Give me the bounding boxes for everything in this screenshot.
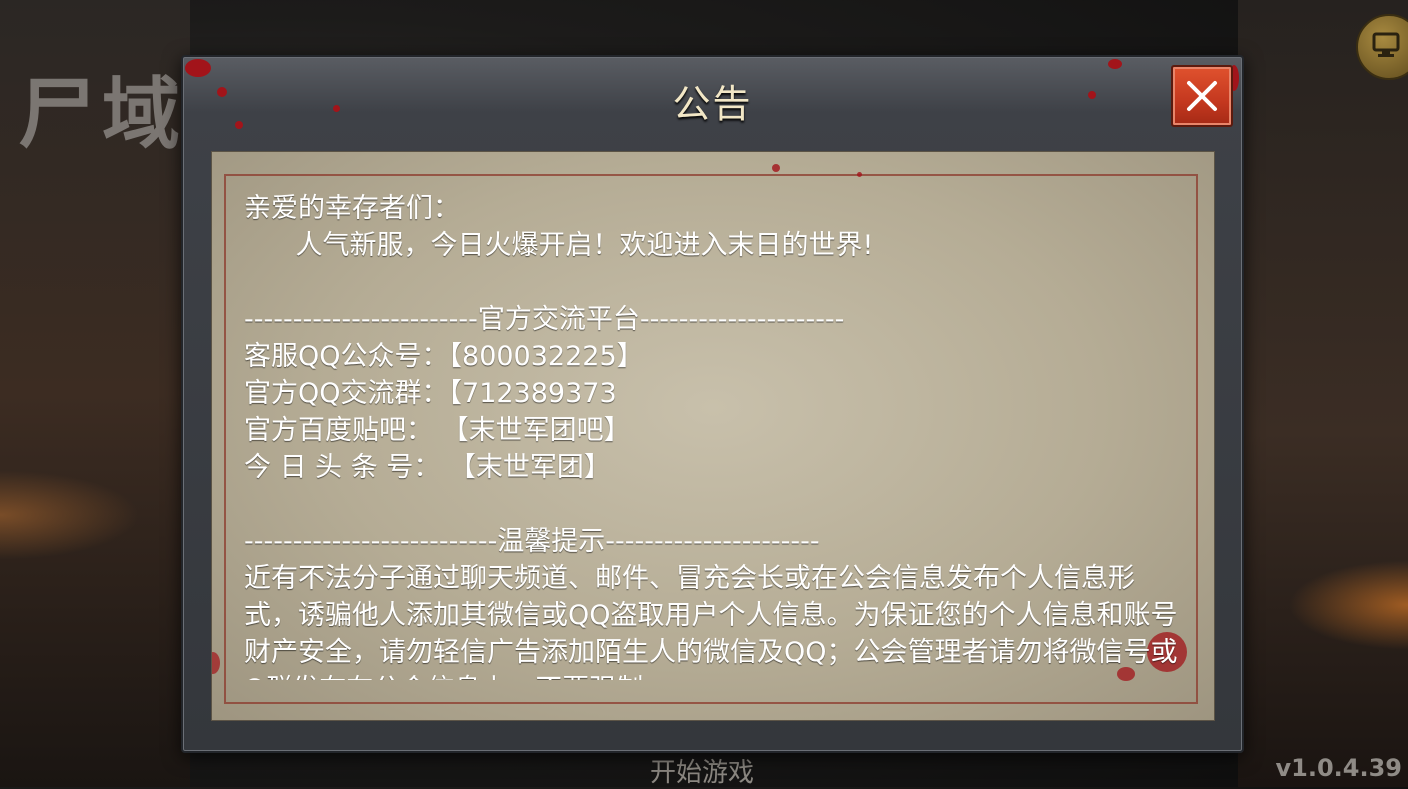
contact-value: 【712389373 [448,378,617,409]
tip-text: 近有不法分子通过聊天频道、邮件、冒充会长或在公会信息发布个人信息形式，诱骗他人添… [244,563,1178,680]
contact-label: 客服QQ公众号： [244,341,449,372]
blood-splatter [212,652,220,674]
monitor-icon [1372,32,1400,57]
section-header-tips: --------------------------温馨提示----------… [244,526,820,557]
contact-value: 【800032225】 [448,341,644,372]
blood-splatter [772,164,780,172]
section-header-platform: ------------------------官方交流平台----------… [244,304,845,335]
blood-splatter [857,172,862,177]
fire-glow-right [1288,560,1408,650]
close-x-icon [1187,81,1217,111]
close-button[interactable] [1171,65,1233,127]
background-right-art [1238,0,1408,787]
contact-value: 【末世军团吧】 [433,415,631,446]
intro-text: 人气新服，今日火爆开启！欢迎进入末日的世界! [244,230,874,261]
blood-splatter [1108,59,1122,69]
announcement-text: 亲爱的幸存者们： 人气新服，今日火爆开启！欢迎进入末日的世界! --------… [244,190,1184,680]
contact-value: 【末世军团】 [440,452,611,483]
version-label: v1.0.4.39 [1275,754,1403,782]
contact-label: 官方QQ交流群： [244,378,449,409]
contact-row: 客服QQ公众号：【800032225】 [244,338,1184,375]
greeting-text: 亲爱的幸存者们： [244,193,460,224]
start-game-button[interactable]: 开始游戏 [650,752,754,789]
dialog-title: 公告 [672,82,753,126]
contact-label: 今 日 头 条 号： [244,452,441,483]
game-logo: 尸域 [18,70,187,160]
fire-glow-left [0,470,140,560]
contact-label: 官方百度贴吧： [244,415,433,446]
contact-row: 官方百度贴吧： 【末世军团吧】 [244,412,1184,449]
announcement-dialog: 公告 亲爱的幸存者们： 人气新服，今日火爆开启！欢迎进入末日的世界! -----… [181,55,1244,753]
contact-row: 今 日 头 条 号： 【末世军团】 [244,449,1184,486]
contact-row: 官方QQ交流群：【712389373 [244,375,1184,412]
announcement-panel[interactable]: 亲爱的幸存者们： 人气新服，今日火爆开启！欢迎进入末日的世界! --------… [211,151,1215,721]
